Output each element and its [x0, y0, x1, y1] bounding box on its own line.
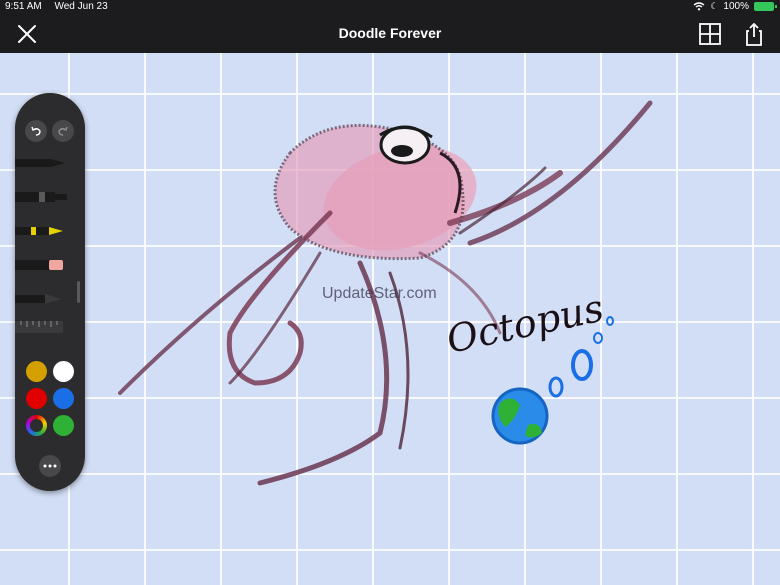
watermark: UpdateStar.com — [322, 285, 437, 302]
marker-tool[interactable] — [15, 189, 79, 205]
wifi-icon — [693, 2, 705, 11]
document-title: Doodle Forever — [338, 25, 442, 41]
earth-globe — [491, 387, 549, 445]
color-swatch-yellow[interactable] — [26, 361, 47, 382]
status-bar: 9:51 AM Wed Jun 23 ☾ 100% — [0, 0, 780, 14]
color-swatch-blue[interactable] — [53, 388, 74, 409]
grid-icon — [699, 23, 721, 45]
crayon-tool[interactable] — [15, 291, 79, 307]
octopus-body — [273, 123, 477, 261]
pencil-icon — [15, 227, 63, 235]
crayon-icon — [15, 294, 61, 304]
undo-icon — [31, 126, 41, 136]
undo-button[interactable] — [25, 120, 47, 142]
moon-icon: ☾ — [710, 1, 719, 11]
redo-button[interactable] — [52, 120, 74, 142]
marker-icon — [15, 192, 67, 202]
color-picker-multicolor[interactable] — [26, 415, 47, 436]
more-icon — [43, 464, 57, 468]
color-swatch-green[interactable] — [53, 415, 74, 436]
drawing-canvas[interactable]: Octopus UpdateStar.com — [0, 53, 780, 585]
tool-palette — [15, 93, 85, 491]
share-button[interactable] — [741, 21, 767, 47]
eraser-tool[interactable] — [15, 257, 79, 273]
color-swatch-red[interactable] — [26, 388, 47, 409]
ruler-tool[interactable] — [15, 319, 79, 335]
eraser-icon — [15, 260, 63, 270]
octopus-drawing: Octopus — [118, 100, 653, 486]
pen-icon — [15, 159, 65, 167]
palette-scrollbar[interactable] — [77, 281, 80, 303]
top-bar: Doodle Forever — [0, 14, 780, 53]
battery-icon — [754, 2, 777, 11]
battery-percent: 100% — [723, 1, 749, 12]
redo-icon — [58, 126, 68, 136]
grid-button[interactable] — [697, 21, 723, 47]
share-icon — [746, 22, 762, 46]
status-date: Wed Jun 23 — [54, 1, 108, 12]
highlighter-tool[interactable] — [15, 223, 79, 239]
pen-tool[interactable] — [15, 155, 79, 171]
more-button[interactable] — [39, 455, 61, 477]
color-swatch-white[interactable] — [53, 361, 74, 382]
status-time: 9:51 AM — [5, 1, 42, 12]
ruler-icon — [15, 321, 63, 333]
